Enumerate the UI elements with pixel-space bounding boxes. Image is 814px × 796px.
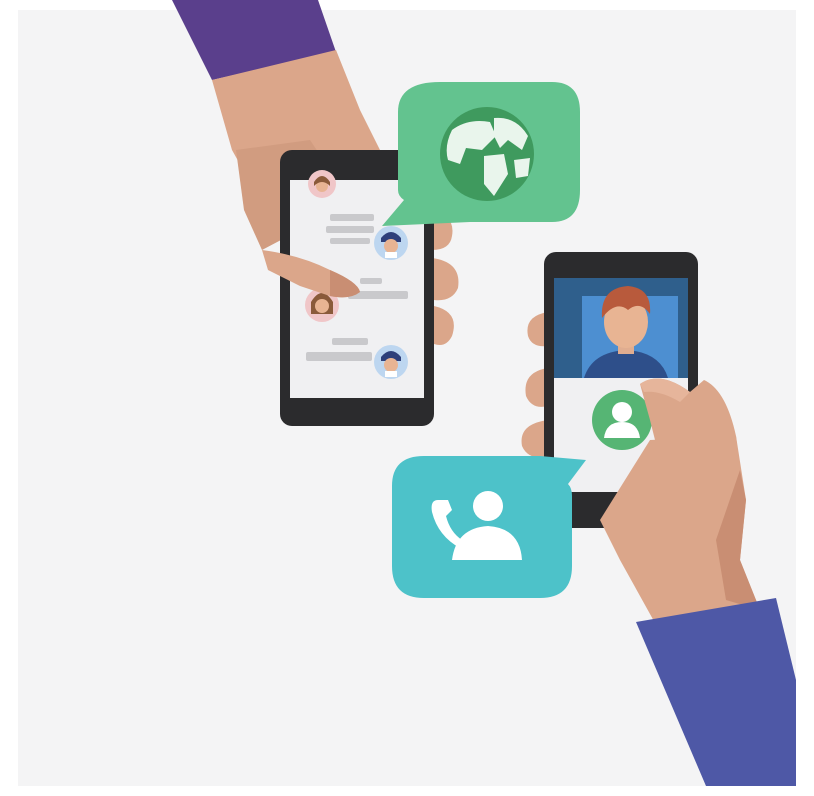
chat-bubble xyxy=(332,338,368,345)
user-avatar-icon xyxy=(592,390,652,450)
globe-icon xyxy=(440,107,534,201)
call-speech-bubble xyxy=(392,456,586,598)
chat-bubble xyxy=(306,352,372,361)
illustration-scene xyxy=(0,0,814,796)
chat-bubble xyxy=(360,278,382,284)
chat-bubble xyxy=(330,214,374,221)
chat-bubble xyxy=(326,226,374,233)
globe-speech-bubble xyxy=(382,82,580,226)
